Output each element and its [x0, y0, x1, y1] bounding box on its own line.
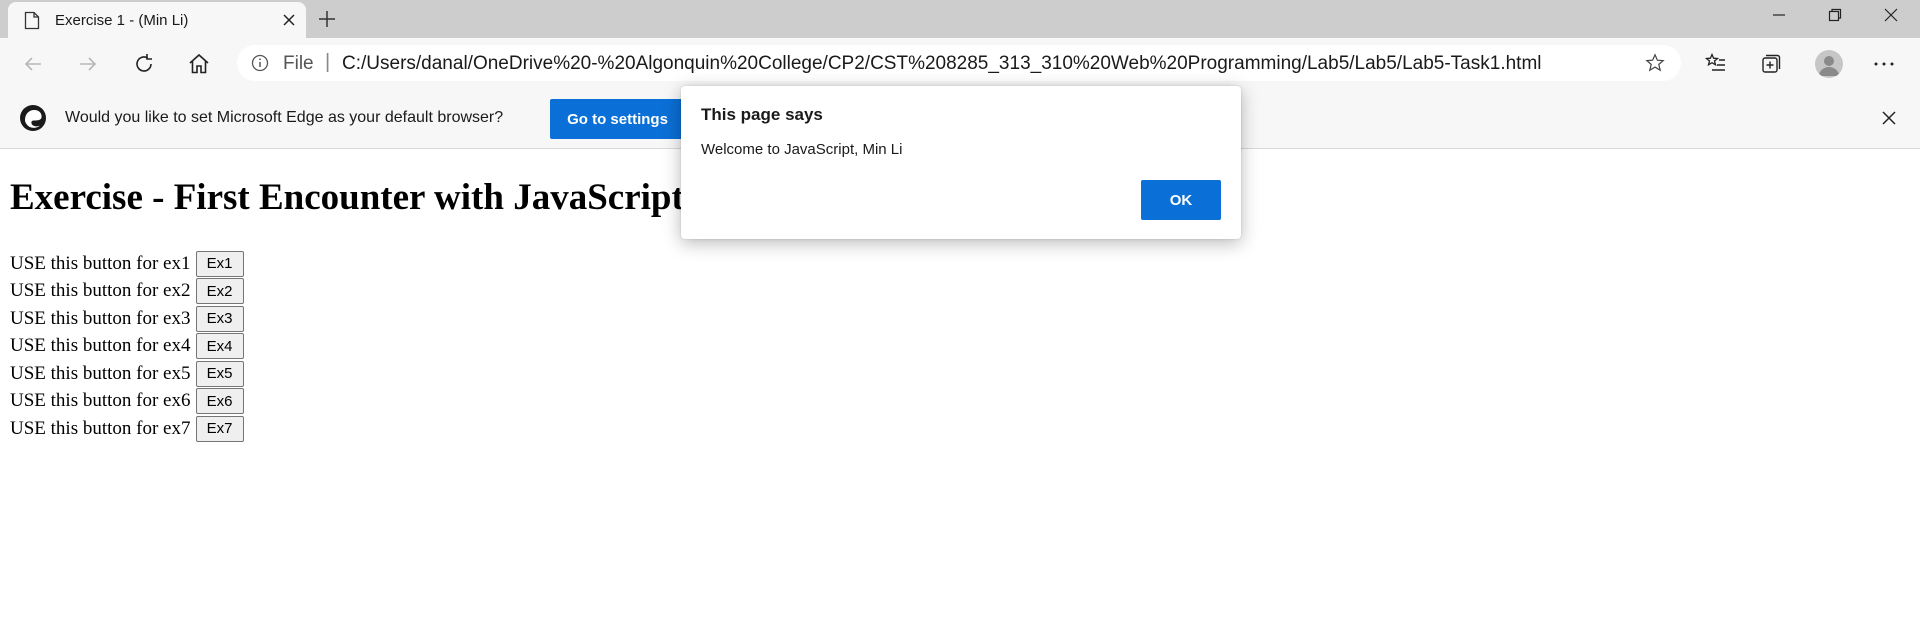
infobar-message: Would you like to set Microsoft Edge as …	[65, 109, 504, 126]
back-arrow-icon	[24, 57, 41, 71]
refresh-icon	[136, 54, 152, 72]
forward-button[interactable]	[72, 48, 104, 80]
url-text[interactable]: C:/Users/danal/OneDrive%20-%20Algonquin%…	[342, 53, 1542, 75]
close-tab-icon[interactable]	[281, 12, 297, 28]
page-icon	[24, 11, 40, 30]
tab-strip: Exercise 1 - (Min Li)	[0, 0, 1920, 38]
forward-arrow-icon	[80, 57, 97, 71]
exercise-label: USE this button for ex2	[10, 280, 191, 302]
home-icon	[189, 53, 209, 74]
exercise-row: USE this button for ex6 Ex6	[10, 388, 244, 416]
profile-avatar[interactable]	[1815, 50, 1843, 78]
dialog-title: This page says	[701, 105, 823, 124]
exercise-label: USE this button for ex1	[10, 252, 191, 274]
exercise-label: USE this button for ex6	[10, 390, 191, 412]
minimize-icon	[1773, 14, 1785, 16]
exercise-label: USE this button for ex4	[10, 335, 191, 357]
refresh-button[interactable]	[128, 48, 160, 80]
collections-button[interactable]	[1755, 48, 1787, 80]
exercise-label: USE this button for ex3	[10, 307, 191, 329]
ex3-button[interactable]: Ex3	[195, 305, 244, 332]
ellipsis-icon	[1874, 62, 1894, 66]
go-to-settings-button[interactable]: Go to settings	[550, 99, 685, 139]
new-tab-icon[interactable]	[316, 8, 338, 30]
ex6-button[interactable]: Ex6	[195, 388, 244, 415]
favorite-star-icon[interactable]	[1645, 53, 1665, 73]
address-bar[interactable]: File | C:/Users/danal/OneDrive%20-%20Alg…	[237, 45, 1681, 81]
exercise-label: USE this button for ex7	[10, 417, 191, 439]
ex2-button[interactable]: Ex2	[195, 278, 244, 305]
close-infobar-icon[interactable]	[1881, 110, 1897, 126]
navigation-bar: File | C:/Users/danal/OneDrive%20-%20Alg…	[0, 38, 1920, 88]
url-scheme-label: File	[283, 53, 314, 74]
info-icon[interactable]	[251, 54, 269, 72]
ok-button[interactable]: OK	[1141, 180, 1221, 220]
ex5-button[interactable]: Ex5	[195, 360, 244, 387]
exercise-row: USE this button for ex5 Ex5	[10, 360, 244, 388]
more-menu-button[interactable]	[1868, 48, 1900, 80]
exercise-row: USE this button for ex4 Ex4	[10, 333, 244, 361]
exercise-row: USE this button for ex3 Ex3	[10, 305, 244, 333]
exercise-row: USE this button for ex2 Ex2	[10, 278, 244, 306]
exercise-label: USE this button for ex5	[10, 362, 191, 384]
dialog-message: Welcome to JavaScript, Min Li	[701, 141, 903, 158]
ex4-button[interactable]: Ex4	[195, 333, 244, 360]
browser-tab[interactable]: Exercise 1 - (Min Li)	[8, 2, 306, 38]
exercise-row: USE this button for ex7 Ex7	[10, 415, 244, 443]
page-heading: Exercise - First Encounter with JavaScri…	[10, 177, 684, 218]
favorites-button[interactable]	[1700, 48, 1732, 80]
exercise-list: USE this button for ex1 Ex1 USE this but…	[10, 250, 244, 443]
edge-logo-icon	[20, 105, 46, 131]
collections-icon	[1762, 54, 1781, 73]
home-button[interactable]	[183, 48, 215, 80]
ex7-button[interactable]: Ex7	[195, 415, 244, 442]
restore-button[interactable]	[1807, 0, 1863, 30]
exercise-row: USE this button for ex1 Ex1	[10, 250, 244, 278]
ex1-button[interactable]: Ex1	[195, 250, 244, 277]
back-button[interactable]	[17, 48, 49, 80]
profile-icon	[1819, 56, 1839, 76]
close-window-icon	[1884, 8, 1898, 22]
close-window-button[interactable]	[1863, 0, 1919, 30]
alert-dialog: This page says Welcome to JavaScript, Mi…	[681, 86, 1241, 239]
tab-title: Exercise 1 - (Min Li)	[55, 12, 189, 29]
restore-icon	[1828, 8, 1842, 22]
minimize-button[interactable]	[1751, 0, 1807, 30]
url-separator: |	[325, 51, 331, 73]
favorites-list-icon	[1704, 52, 1725, 71]
